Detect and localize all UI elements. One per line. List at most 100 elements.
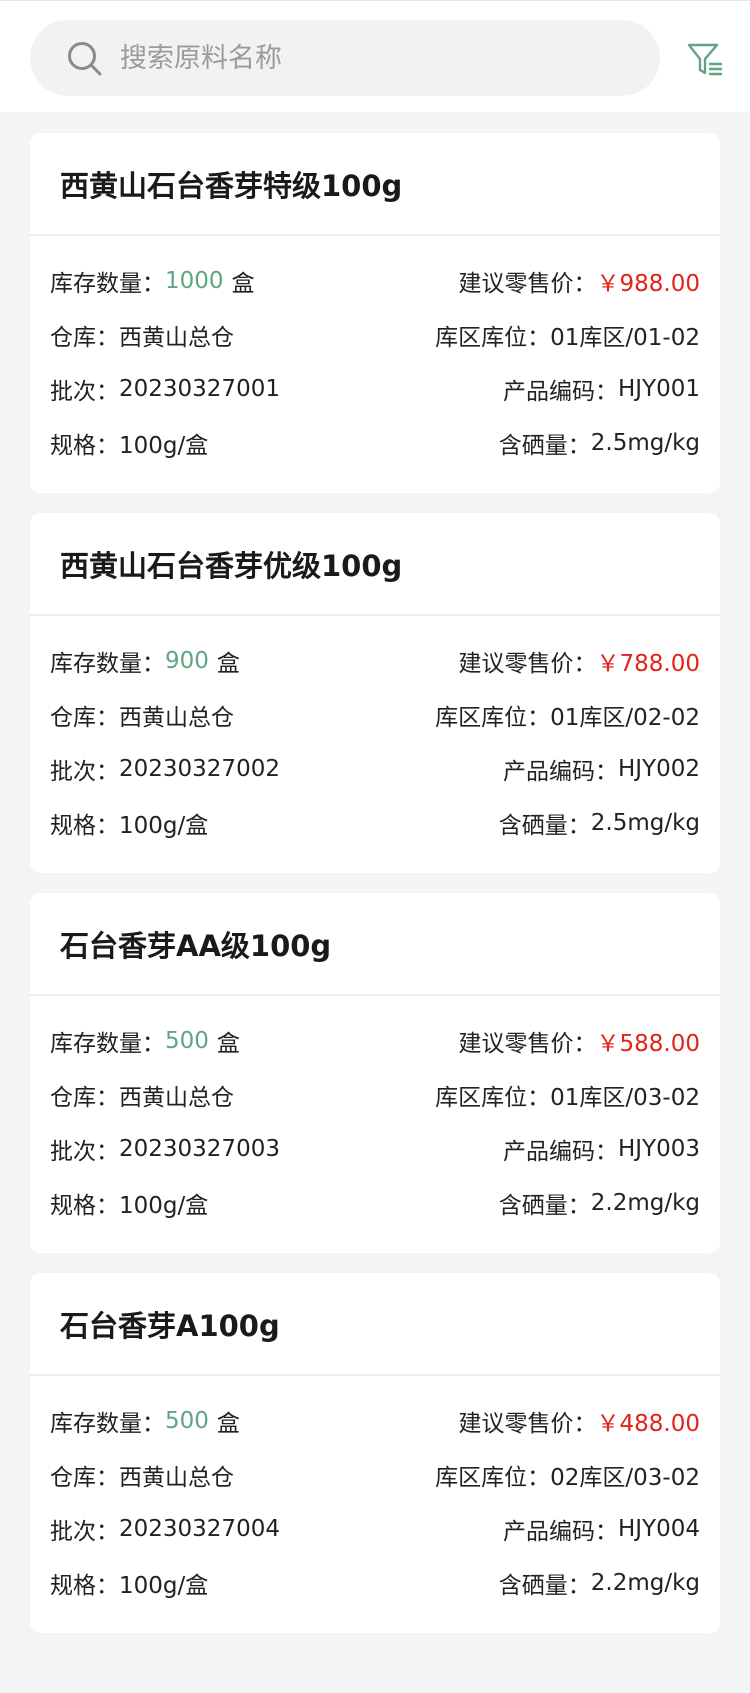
code-field: 产品编码： HJY002	[503, 752, 700, 786]
batch-label: 批次：	[50, 379, 119, 405]
code-field: 产品编码： HJY001	[503, 372, 700, 406]
info-row: 库存数量： 1000 盒 建议零售价： ￥988.00	[50, 254, 700, 308]
info-row: 批次： 20230327001 产品编码： HJY001	[50, 362, 700, 416]
code-label: 产品编码：	[502, 379, 618, 405]
warehouse-field: 仓库： 西黄山总仓	[50, 1078, 234, 1112]
product-name: 西黄山石台香芽优级100g	[60, 548, 403, 583]
info-row: 库存数量： 900 盒 建议零售价： ￥788.00	[50, 634, 700, 688]
selenium-label: 含硒量：	[498, 1193, 591, 1219]
selenium-field: 含硒量： 2.5mg/kg	[499, 806, 700, 840]
batch-value: 20230327002	[119, 756, 280, 782]
info-row: 规格： 100g/盒 含硒量： 2.5mg/kg	[50, 416, 700, 470]
batch-field: 批次： 20230327003	[50, 1132, 280, 1166]
price-value: ￥788.00	[596, 651, 700, 677]
code-label: 产品编码：	[502, 1139, 618, 1165]
stock-unit: 盒	[216, 1031, 240, 1057]
price-value: ￥588.00	[596, 1031, 700, 1057]
warehouse-label: 仓库：	[50, 325, 119, 351]
info-row: 仓库： 西黄山总仓 库区库位： 01库区/01-02	[50, 308, 700, 362]
info-row: 批次： 20230327002 产品编码： HJY002	[50, 742, 700, 796]
product-card[interactable]: 石台香芽AA级100g 库存数量： 500 盒 建议零售价： ￥588.00 仓…	[30, 893, 720, 1253]
batch-field: 批次： 20230327001	[50, 372, 280, 406]
search-bar[interactable]	[30, 20, 660, 96]
card-header: 西黄山石台香芽优级100g	[30, 513, 720, 616]
location-field: 库区库位： 01库区/01-02	[435, 318, 700, 352]
filter-icon[interactable]	[686, 41, 724, 79]
location-value: 01库区/01-02	[550, 325, 700, 351]
code-label: 产品编码：	[502, 1519, 618, 1545]
info-row: 库存数量： 500 盒 建议零售价： ￥488.00	[50, 1394, 700, 1448]
product-name: 石台香芽A100g	[60, 1308, 280, 1343]
spec-field: 规格： 100g/盒	[50, 1186, 208, 1220]
location-label: 库区库位：	[435, 705, 551, 731]
selenium-value: 2.2mg/kg	[590, 1570, 700, 1596]
spec-value: 100g/盒	[119, 1193, 209, 1219]
spec-value: 100g/盒	[119, 1573, 209, 1599]
price-label: 建议零售价：	[458, 271, 597, 297]
price-value: ￥988.00	[596, 271, 700, 297]
location-label: 库区库位：	[435, 1465, 551, 1491]
product-card[interactable]: 石台香芽A100g 库存数量： 500 盒 建议零售价： ￥488.00 仓库：…	[30, 1273, 720, 1633]
selenium-label: 含硒量：	[498, 1573, 591, 1599]
product-list: 西黄山石台香芽特级100g 库存数量： 1000 盒 建议零售价： ￥988.0…	[30, 133, 720, 1653]
stock-unit: 盒	[216, 651, 240, 677]
batch-field: 批次： 20230327002	[50, 752, 280, 786]
stock-value: 900	[165, 648, 209, 674]
warehouse-label: 仓库：	[50, 705, 119, 731]
product-card[interactable]: 西黄山石台香芽特级100g 库存数量： 1000 盒 建议零售价： ￥988.0…	[30, 133, 720, 493]
spec-label: 规格：	[50, 813, 119, 839]
selenium-field: 含硒量： 2.2mg/kg	[499, 1566, 700, 1600]
batch-value: 20230327001	[119, 376, 280, 402]
stock-unit: 盒	[216, 1411, 240, 1437]
card-header: 石台香芽AA级100g	[30, 893, 720, 996]
warehouse-value: 西黄山总仓	[119, 325, 234, 351]
stock-unit: 盒	[231, 271, 255, 297]
stock-field: 库存数量： 900 盒	[50, 644, 240, 678]
stock-label: 库存数量：	[50, 1031, 165, 1057]
code-value: HJY003	[617, 1136, 700, 1162]
stock-field: 库存数量： 500 盒	[50, 1404, 240, 1438]
stock-field: 库存数量： 500 盒	[50, 1024, 240, 1058]
stock-value: 500	[165, 1028, 209, 1054]
info-row: 批次： 20230327004 产品编码： HJY004	[50, 1502, 700, 1556]
code-label: 产品编码：	[502, 759, 618, 785]
top-bar	[0, 0, 750, 112]
spec-label: 规格：	[50, 1573, 119, 1599]
spec-value: 100g/盒	[119, 813, 209, 839]
warehouse-label: 仓库：	[50, 1085, 119, 1111]
batch-label: 批次：	[50, 759, 119, 785]
selenium-label: 含硒量：	[498, 433, 591, 459]
selenium-value: 2.5mg/kg	[590, 810, 700, 836]
location-field: 库区库位： 01库区/02-02	[435, 698, 700, 732]
location-label: 库区库位：	[435, 1085, 551, 1111]
info-row: 规格： 100g/盒 含硒量： 2.5mg/kg	[50, 796, 700, 850]
info-row: 库存数量： 500 盒 建议零售价： ￥588.00	[50, 1014, 700, 1068]
info-row: 仓库： 西黄山总仓 库区库位： 01库区/03-02	[50, 1068, 700, 1122]
warehouse-field: 仓库： 西黄山总仓	[50, 1458, 234, 1492]
spec-field: 规格： 100g/盒	[50, 426, 208, 460]
info-row: 规格： 100g/盒 含硒量： 2.2mg/kg	[50, 1176, 700, 1230]
product-card[interactable]: 西黄山石台香芽优级100g 库存数量： 900 盒 建议零售价： ￥788.00…	[30, 513, 720, 873]
price-label: 建议零售价：	[458, 1031, 597, 1057]
price-field: 建议零售价： ￥988.00	[459, 264, 700, 298]
spec-label: 规格：	[50, 1193, 119, 1219]
location-field: 库区库位： 02库区/03-02	[435, 1458, 700, 1492]
code-field: 产品编码： HJY003	[503, 1132, 700, 1166]
search-icon	[68, 42, 102, 76]
search-input[interactable]	[120, 20, 640, 96]
warehouse-field: 仓库： 西黄山总仓	[50, 698, 234, 732]
code-field: 产品编码： HJY004	[503, 1512, 700, 1546]
location-field: 库区库位： 01库区/03-02	[435, 1078, 700, 1112]
stock-value: 500	[165, 1408, 209, 1434]
warehouse-field: 仓库： 西黄山总仓	[50, 318, 234, 352]
info-row: 仓库： 西黄山总仓 库区库位： 02库区/03-02	[50, 1448, 700, 1502]
selenium-field: 含硒量： 2.5mg/kg	[499, 426, 700, 460]
code-value: HJY001	[617, 376, 700, 402]
stock-label: 库存数量：	[50, 651, 165, 677]
spec-value: 100g/盒	[119, 433, 209, 459]
info-row: 批次： 20230327003 产品编码： HJY003	[50, 1122, 700, 1176]
warehouse-value: 西黄山总仓	[119, 1085, 234, 1111]
location-value: 01库区/03-02	[550, 1085, 700, 1111]
stock-value: 1000	[165, 268, 224, 294]
price-value: ￥488.00	[596, 1411, 700, 1437]
